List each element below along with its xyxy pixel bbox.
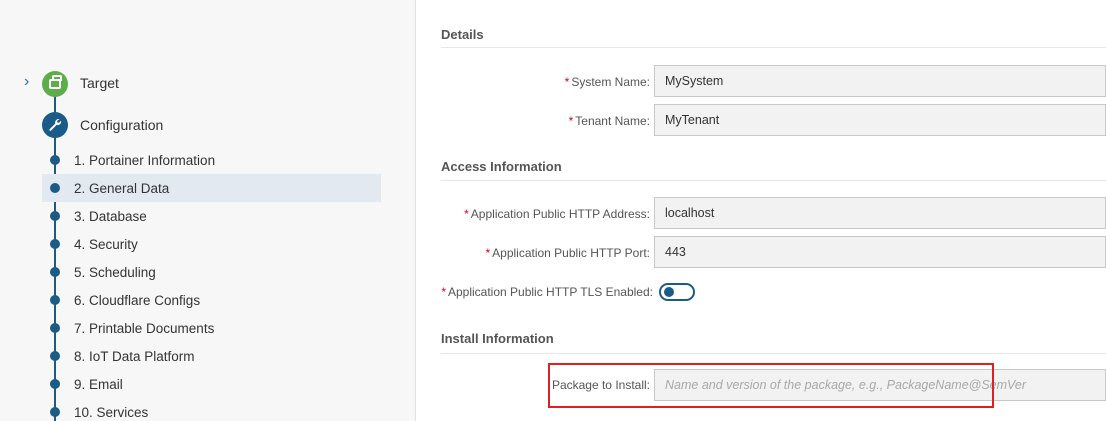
step-dot [50,267,60,277]
step-label: 6. Cloudflare Configs [74,292,201,308]
http-port-field[interactable]: 443 [654,236,1106,268]
chevron-right-icon[interactable]: › [24,74,29,90]
step-dot [50,239,60,249]
http-port-label: * Application Public HTTP Port: [417,246,650,260]
toggle-knob [664,287,674,297]
section-title-install: Install Information [441,331,554,346]
step-label: 3. Database [74,208,147,224]
tenant-name-label-text: Tenant Name: [575,114,650,128]
step-label: 4. Security [74,236,138,252]
section-divider [441,180,1106,181]
step-general-data[interactable]: 2. General Data [42,174,381,202]
step-database[interactable]: 3. Database [42,202,381,230]
step-iot-data-platform[interactable]: 8. IoT Data Platform [42,342,381,370]
step-dot [50,351,60,361]
general-data-form: Details * System Name: MySystem * Tenant N… [417,0,1106,421]
tenant-name-label: * Tenant Name: [417,114,650,128]
http-port-label-text: Application Public HTTP Port: [492,246,650,260]
highlight-box [548,363,994,408]
http-address-field[interactable]: localhost [654,197,1106,229]
step-dot [50,379,60,389]
configuration-label[interactable]: Configuration [80,117,163,133]
required-marker: * [564,75,570,89]
section-divider [441,47,1106,48]
system-name-label: * System Name: [417,75,650,89]
step-services[interactable]: 10. Services [42,398,381,421]
step-label: 5. Scheduling [74,264,156,280]
step-dot [50,295,60,305]
step-email[interactable]: 9. Email [42,370,381,398]
step-label: 7. Printable Documents [74,320,215,336]
step-label: 9. Email [74,376,123,392]
target-label[interactable]: Target [80,75,119,91]
section-title-details: Details [441,27,484,42]
step-dot [50,183,60,193]
tenant-name-field[interactable]: MyTenant [654,104,1106,136]
required-marker: * [464,207,469,221]
required-marker: * [441,285,446,299]
tls-enabled-label-text: Application Public HTTP TLS Enabled: [447,285,653,299]
step-label: 2. General Data [74,180,170,196]
http-address-label: * Application Public HTTP Address: [417,207,650,221]
section-title-access: Access Information [441,159,562,174]
step-dot [50,211,60,221]
target-icon [42,71,68,97]
step-label: 8. IoT Data Platform [74,348,195,364]
wrench-icon [42,112,68,138]
step-portainer-information[interactable]: 1. Portainer Information [42,146,381,174]
step-dot [50,407,60,417]
required-marker: * [568,114,574,128]
tls-enabled-label: * Application Public HTTP TLS Enabled: [417,285,653,299]
step-dot [50,323,60,333]
http-address-label-text: Application Public HTTP Address: [470,207,650,221]
step-printable-documents[interactable]: 7. Printable Documents [42,314,381,342]
step-scheduling[interactable]: 5. Scheduling [42,258,381,286]
step-label: 1. Portainer Information [74,152,216,168]
system-name-label-text: System Name: [571,75,650,89]
step-cloudflare-configs[interactable]: 6. Cloudflare Configs [42,286,381,314]
step-security[interactable]: 4. Security [42,230,381,258]
wizard-sidebar: › Target Configuration 1. Portainer Info… [0,0,416,421]
section-divider [441,353,1106,354]
required-marker: * [485,246,491,260]
tls-enabled-toggle[interactable] [659,283,695,301]
system-name-field[interactable]: MySystem [654,65,1106,97]
step-label: 10. Services [74,404,149,420]
step-dot [50,155,60,165]
